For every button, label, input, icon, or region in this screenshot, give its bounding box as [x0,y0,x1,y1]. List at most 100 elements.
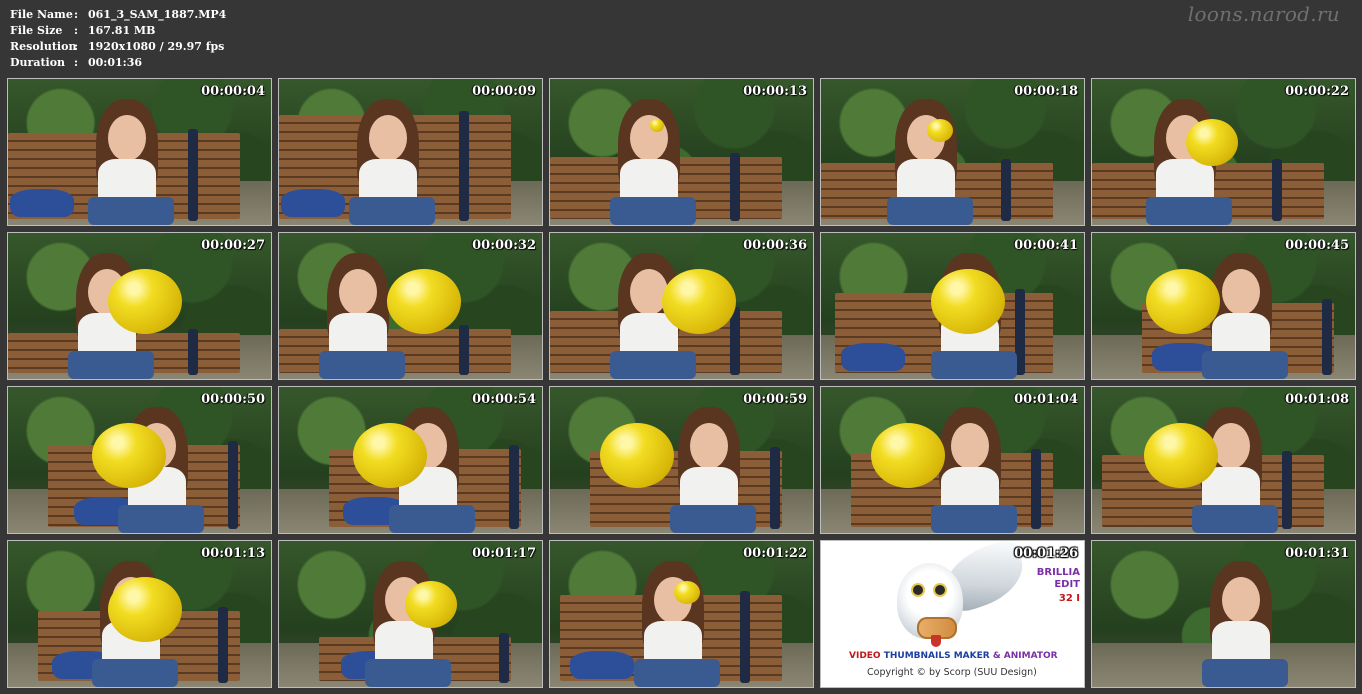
girl-face [369,115,407,161]
video-frame [1092,387,1355,533]
video-thumbnail[interactable]: 00:01:31 [1091,540,1356,688]
video-thumbnail[interactable]: 00:01:22 [549,540,814,688]
jeans [610,197,696,225]
bench-frame [228,441,238,529]
video-thumbnail[interactable]: 00:01:08 [1091,386,1356,534]
video-thumbnail[interactable]: 00:01:17 [278,540,543,688]
bench-frame [1272,159,1282,221]
thumbnail-timestamp: 00:00:54 [472,392,536,407]
thumbnail-timestamp: 00:00:22 [1285,84,1349,99]
jeans [92,659,178,687]
yellow-balloon [387,269,461,334]
jeans [610,351,696,379]
girl-face [1222,577,1260,623]
yellow-balloon [1146,269,1220,334]
thumbnail-timestamp: 00:01:08 [1285,392,1349,407]
thumbnail-timestamp: 00:00:13 [743,84,807,99]
jeans [931,505,1017,533]
video-thumbnail[interactable]: 00:00:54 [278,386,543,534]
bench-frame [218,607,228,683]
video-frame [8,387,271,533]
thumbnail-timestamp: 00:00:45 [1285,238,1349,253]
thumbnail-timestamp: 00:00:41 [1014,238,1078,253]
video-thumbnail[interactable]: 00:00:22 [1091,78,1356,226]
bench-frame [1282,451,1292,529]
yellow-balloon [650,119,664,132]
thumbnail-timestamp: 00:00:04 [201,84,265,99]
thumbnail-timestamp: 00:00:59 [743,392,807,407]
thumbnail-timestamp: 00:00:09 [472,84,536,99]
thumbnail-timestamp: 00:01:22 [743,546,807,561]
video-thumbnail[interactable]: 00:00:09 [278,78,543,226]
yellow-balloon [1144,423,1218,488]
promo-side-text-2: EDIT [1054,579,1080,590]
video-thumbnail[interactable]: 00:00:13 [549,78,814,226]
jeans [1146,197,1232,225]
video-thumbnail[interactable]: 00:00:50 [7,386,272,534]
yellow-balloon [405,581,457,628]
bench-frame [1322,299,1332,375]
video-frame [1092,541,1355,687]
jeans [349,197,435,225]
bench-frame [499,633,509,683]
girl-face [1222,269,1260,315]
jeans [670,505,756,533]
girl-face [1212,423,1250,469]
jeans [887,197,973,225]
video-thumbnail[interactable]: BRILLIA EDIT 32 I VIDEO THUMBNAILS MAKER & … [820,540,1085,688]
yellow-balloon [108,269,182,334]
bench-frame [1031,449,1041,529]
thumbnail-timestamp: 00:00:36 [743,238,807,253]
video-frame [279,541,542,687]
jeans [1202,659,1288,687]
yellow-balloon [871,423,945,488]
video-frame [279,233,542,379]
promo-title-part-2: THUMBNAILS MAKER [883,651,990,661]
video-thumbnail[interactable]: 00:00:41 [820,232,1085,380]
video-thumbnail[interactable]: 00:00:18 [820,78,1085,226]
video-thumbnail[interactable]: 00:00:36 [549,232,814,380]
video-frame [1092,79,1355,225]
bench-frame [730,153,740,221]
video-thumbnail[interactable]: 00:01:13 [7,540,272,688]
yellow-balloon [108,577,182,642]
thumbnail-timestamp: 00:00:50 [201,392,265,407]
yellow-balloon [674,581,700,604]
video-frame [550,387,813,533]
thumbnail-timestamp: 00:00:27 [201,238,265,253]
video-frame [8,541,271,687]
video-frame [821,387,1084,533]
girl-face [690,423,728,469]
video-frame [550,233,813,379]
jeans [1192,505,1278,533]
video-frame [1092,233,1355,379]
video-frame [8,233,271,379]
yellow-balloon [927,119,953,142]
video-thumbnail[interactable]: 00:00:32 [278,232,543,380]
promo-side-text-3: 32 I [1058,593,1080,604]
yellow-balloon [92,423,166,488]
jeans [68,351,154,379]
jeans [319,351,405,379]
jeans [1202,351,1288,379]
bench-frame [1001,159,1011,221]
video-thumbnail[interactable]: 00:00:27 [7,232,272,380]
girl-face [951,423,989,469]
video-thumbnail[interactable]: 00:00:59 [549,386,814,534]
girl-face [339,269,377,315]
blue-bag [10,189,74,217]
promo-title-part-1: VIDEO [849,651,884,661]
video-frame [8,79,271,225]
video-thumbnail[interactable]: 00:01:04 [820,386,1085,534]
video-thumbnail[interactable]: 00:00:45 [1091,232,1356,380]
promo-title-part-3: & ANIMATOR [989,651,1058,661]
jeans [389,505,475,533]
jeans [365,659,451,687]
bench-frame [188,329,198,375]
bench-frame [509,445,519,529]
video-thumbnail[interactable]: 00:00:04 [7,78,272,226]
bench-frame [740,591,750,683]
video-frame [550,79,813,225]
yellow-balloon [662,269,736,334]
jeans [931,351,1017,379]
